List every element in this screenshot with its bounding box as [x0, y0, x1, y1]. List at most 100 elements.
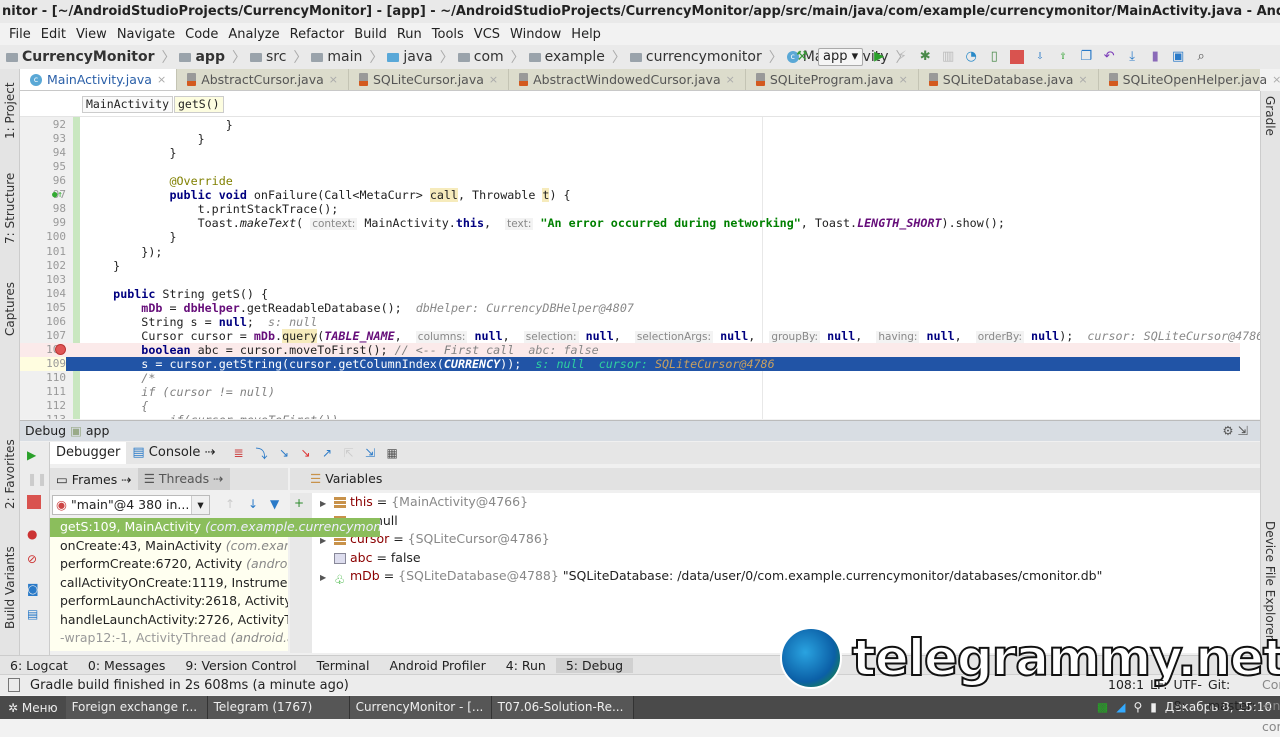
search-icon[interactable]: ⌕	[1194, 50, 1208, 64]
network-icon[interactable]: ⚲	[1133, 696, 1142, 719]
stop-icon[interactable]	[1010, 50, 1025, 64]
favorites-tool-button[interactable]: 2: Favorites	[3, 439, 17, 509]
tool-tab[interactable]: 6: Logcat	[0, 658, 78, 673]
override-marker-icon[interactable]: ●↑	[52, 188, 63, 202]
stack-frame[interactable]: onCreate:43, MainActivity (com.example.c…	[50, 537, 288, 556]
resume-icon[interactable]: ▶	[27, 448, 41, 462]
code-editor[interactable]: 92 } 93 } 94 } 95 96 @Override 97 ●↑ public vo…	[20, 117, 1260, 419]
breakpoint-icon[interactable]	[55, 343, 66, 355]
up-arrow-icon[interactable]: ↑	[225, 497, 235, 511]
editor-tab[interactable]: SQLiteProgram.java ×	[746, 69, 919, 90]
project-tool-button[interactable]: 1: Project	[3, 82, 17, 139]
thread-select[interactable]: ◉ "main"@4 380 in... ▾	[52, 495, 210, 515]
caret-position[interactable]: 108:1	[1108, 674, 1144, 695]
menu-help[interactable]: Help	[566, 24, 606, 45]
system-monitor-icon[interactable]: ▩	[1097, 696, 1108, 719]
device-file-explorer-button[interactable]: Device File Explorer	[1263, 521, 1277, 640]
sdk-manager-icon[interactable]: ⤓	[1125, 50, 1139, 64]
menu-code[interactable]: Code	[180, 24, 223, 45]
down-arrow-icon[interactable]: ↓	[248, 497, 258, 511]
breadcrumb-item[interactable]: java 〉	[387, 47, 454, 67]
project-structure-icon[interactable]: ▣	[1171, 50, 1185, 64]
avd-manager-icon[interactable]: ▮	[1148, 50, 1162, 64]
camera-icon[interactable]: ◙	[27, 582, 41, 596]
build-hammer-icon[interactable]: ⚒	[795, 50, 809, 64]
taskbar-item[interactable]: Telegram (1767)	[207, 696, 350, 719]
mute-breakpoints-icon[interactable]: ⊘	[27, 552, 41, 566]
force-step-into-icon[interactable]: ↘	[300, 446, 310, 460]
structure-tool-button[interactable]: 7: Structure	[3, 173, 17, 244]
build-variants-tool-button[interactable]: Build Variants	[3, 546, 17, 629]
pause-icon[interactable]: ❚❚	[27, 472, 47, 486]
taskbar-item[interactable]: CurrencyMonitor - [...	[349, 696, 492, 719]
tool-tab[interactable]: 9: Version Control	[175, 658, 306, 673]
telegram-tray-icon[interactable]: ◢	[1116, 696, 1125, 719]
breadcrumb-item[interactable]: currencymonitor 〉	[629, 47, 783, 67]
keyboard-layout-icon[interactable]: ▮	[1150, 696, 1157, 719]
stack-frame[interactable]: getS:109, MainActivity (com.example.curr…	[50, 518, 380, 537]
menu-refactor[interactable]: Refactor	[285, 24, 350, 45]
expand-arrow-icon[interactable]: ▶	[320, 569, 334, 588]
stop-icon[interactable]	[27, 495, 41, 509]
tool-window-toggle-icon[interactable]	[8, 678, 20, 692]
run-to-cursor-icon[interactable]: ⇲	[365, 446, 375, 460]
menu-view[interactable]: View	[71, 24, 112, 45]
tool-tab[interactable]: 0: Messages	[78, 658, 175, 673]
tab-frames[interactable]: ▭ Frames ⇢	[50, 472, 138, 487]
line-separator[interactable]: LF:	[1150, 674, 1167, 695]
run-config-select[interactable]: app ▾	[818, 48, 864, 66]
evaluate-expression-icon[interactable]: ▦	[387, 446, 398, 460]
menu-vcs[interactable]: VCS	[469, 24, 505, 45]
profile-icon[interactable]: ◔	[964, 50, 978, 64]
context-indicator[interactable]: Context: <no context>	[1262, 674, 1280, 734]
editor-tab[interactable]: SQLiteDatabase.java ×	[919, 69, 1099, 90]
coverage-icon[interactable]: ▥	[941, 50, 955, 64]
breadcrumb-item[interactable]: com 〉	[457, 47, 525, 67]
variable-row[interactable]: abc = false	[312, 549, 1260, 568]
captures-tool-button[interactable]: Captures	[3, 282, 17, 336]
step-out-icon[interactable]: ↗	[322, 446, 332, 460]
run-icon[interactable]: ▶	[872, 50, 886, 64]
menu-window[interactable]: Window	[505, 24, 566, 45]
variable-row[interactable]: ▶ this = {MainActivity@4766}	[312, 493, 1260, 512]
tool-tab[interactable]: Android Profiler	[379, 658, 495, 673]
editor-tab[interactable]: SQLiteOpenHelper.java ×	[1099, 69, 1280, 90]
vcs-commit-icon[interactable]: ⇧	[1056, 50, 1070, 64]
breadcrumb-item[interactable]: example 〉	[528, 47, 626, 67]
attach-debugger-icon[interactable]: ▯	[987, 50, 1001, 64]
debug-icon[interactable]: ✱	[918, 50, 932, 64]
menu-tools[interactable]: Tools	[427, 24, 469, 45]
menu-edit[interactable]: Edit	[36, 24, 71, 45]
close-icon[interactable]: ×	[329, 73, 338, 86]
close-icon[interactable]: ×	[1272, 73, 1280, 86]
tool-tab[interactable]: 4: Run	[496, 658, 556, 673]
vcs-update-icon[interactable]: ⇩	[1033, 50, 1047, 64]
breadcrumb-item[interactable]: CurrencyMonitor 〉	[6, 47, 175, 67]
tab-debugger[interactable]: Debugger	[50, 442, 127, 464]
menu-build[interactable]: Build	[349, 24, 392, 45]
revert-icon[interactable]: ↶	[1102, 50, 1116, 64]
tool-tab[interactable]: 5: Debug	[555, 657, 634, 673]
chevron-down-icon[interactable]: ▾	[191, 496, 209, 514]
taskbar-item[interactable]: Foreign exchange r...	[65, 696, 208, 719]
breadcrumb-item[interactable]: app 〉	[179, 47, 246, 67]
tab-console[interactable]: ▤ Console ⇢	[126, 442, 221, 464]
menu-run[interactable]: Run	[392, 24, 427, 45]
editor-tab[interactable]: AbstractWindowedCursor.java ×	[509, 69, 746, 90]
menu-file[interactable]: File	[4, 24, 36, 45]
breadcrumb-item[interactable]: main 〉	[311, 47, 383, 67]
git-branch[interactable]: Git: master:	[1208, 674, 1256, 713]
stack-frame[interactable]: performLaunchActivity:2618, ActivityThre…	[50, 592, 288, 611]
tab-threads[interactable]: ☰ Threads ⇢	[137, 468, 230, 490]
tool-tab[interactable]: Terminal	[307, 658, 380, 673]
variable-row[interactable]: ▶ cursor = {SQLiteCursor@4786}	[312, 530, 1260, 549]
editor-tab[interactable]: SQLiteCursor.java ×	[349, 69, 510, 90]
taskbar-item[interactable]: T07.06-Solution-Re...	[491, 696, 634, 719]
menu-analyze[interactable]: Analyze	[223, 24, 284, 45]
variable-row[interactable]: ▶ ♧ mDb = {SQLiteDatabase@4788} "SQLiteDat…	[312, 567, 1260, 588]
show-execution-point-icon[interactable]: ≣	[233, 446, 255, 460]
menu-navigate[interactable]: Navigate	[112, 24, 180, 45]
expand-arrow-icon[interactable]: ▶	[320, 495, 334, 514]
variable-row[interactable]: s = null	[312, 512, 1260, 531]
stack-frame[interactable]: -wrap12:-1, ActivityThread (android.app)	[50, 629, 288, 648]
